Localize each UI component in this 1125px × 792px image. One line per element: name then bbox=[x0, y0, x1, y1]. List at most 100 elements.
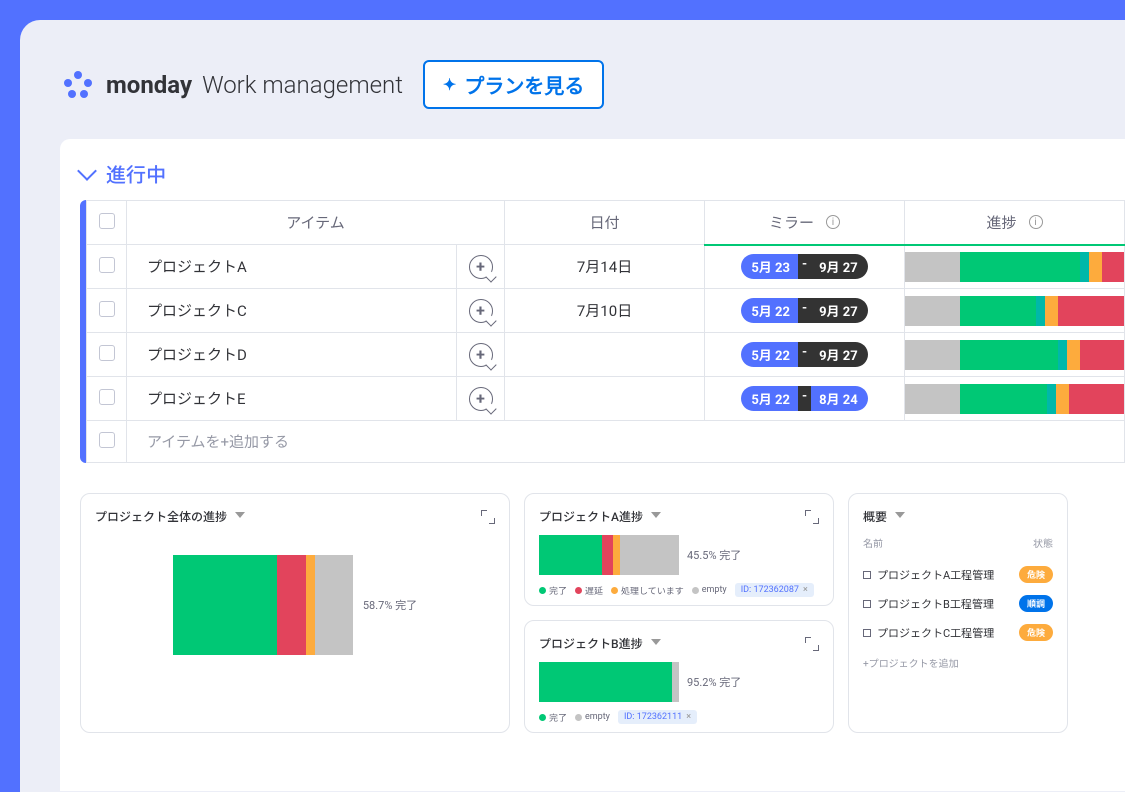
row-checkbox[interactable] bbox=[87, 333, 127, 377]
add-project-button[interactable]: +プロジェクトを追加 bbox=[863, 655, 1053, 670]
expand-icon[interactable] bbox=[481, 510, 495, 524]
date-cell[interactable]: 7月14日 bbox=[505, 245, 705, 289]
group-title: 進行中 bbox=[106, 159, 166, 188]
expand-icon[interactable] bbox=[805, 637, 819, 651]
item-name-cell[interactable]: プロジェクトE bbox=[127, 377, 457, 421]
group-header[interactable]: 進行中 bbox=[80, 159, 1125, 188]
checkbox-icon[interactable] bbox=[99, 213, 115, 229]
legend-dot-icon bbox=[539, 714, 546, 721]
item-name-cell[interactable]: プロジェクトA bbox=[127, 245, 457, 289]
brand-name-rest: Work management bbox=[202, 71, 403, 99]
row-checkbox[interactable] bbox=[87, 289, 127, 333]
progress-bar bbox=[905, 340, 1124, 370]
mirror-cell[interactable]: 5月 22 - 9月 27 bbox=[705, 333, 905, 377]
item-name-cell[interactable]: プロジェクトD bbox=[127, 333, 457, 377]
progress-cell[interactable] bbox=[905, 245, 1125, 289]
progress-cell[interactable] bbox=[905, 377, 1125, 421]
sparkle-icon: ✦ bbox=[443, 75, 456, 95]
add-conversation-icon: + bbox=[469, 343, 493, 367]
app-window: monday Work management ✦ プランを見る 進行中 アイテム… bbox=[20, 20, 1125, 792]
funnel-icon[interactable] bbox=[651, 639, 661, 649]
conversation-button[interactable]: + bbox=[457, 333, 505, 377]
legend-item: empty bbox=[692, 585, 727, 595]
table-row[interactable]: プロジェクトC + 7月10日 5月 22 - 9月 27 bbox=[87, 289, 1125, 333]
mirror-cell[interactable]: 5月 22 - 8月 24 bbox=[705, 377, 905, 421]
col-date[interactable]: 日付 bbox=[505, 201, 705, 245]
row-checkbox[interactable] bbox=[87, 377, 127, 421]
progress-cell[interactable] bbox=[905, 333, 1125, 377]
progress-cell[interactable] bbox=[905, 289, 1125, 333]
mirror-cell[interactable]: 5月 22 - 9月 27 bbox=[705, 289, 905, 333]
plan-button-label: プランを見る bbox=[464, 70, 584, 99]
legend-dot-icon bbox=[611, 587, 618, 594]
project-b-completion: 95.2% 完了 bbox=[687, 674, 741, 690]
legend-dot-icon bbox=[692, 587, 699, 594]
status-badge: 順調 bbox=[1019, 595, 1053, 612]
expand-icon[interactable] bbox=[805, 510, 819, 524]
legend-dot-icon bbox=[539, 587, 546, 594]
summary-row[interactable]: プロジェクトC工程管理危険 bbox=[863, 618, 1053, 647]
mirror-cell[interactable]: 5月 23 - 9月 27 bbox=[705, 245, 905, 289]
close-icon[interactable]: × bbox=[803, 585, 808, 595]
date-range-pill: 5月 22 - 9月 27 bbox=[741, 298, 867, 323]
table-row[interactable]: プロジェクトA + 7月14日 5月 23 - 9月 27 bbox=[87, 245, 1125, 289]
col-item[interactable]: アイテム bbox=[127, 201, 505, 245]
id-tag[interactable]: ID: 172362111 × bbox=[618, 710, 697, 724]
date-cell[interactable] bbox=[505, 377, 705, 421]
checkbox-icon[interactable] bbox=[99, 301, 115, 317]
date-range-pill: 5月 22 - 9月 27 bbox=[741, 342, 867, 367]
funnel-icon[interactable] bbox=[235, 512, 245, 522]
progress-bar bbox=[905, 252, 1124, 282]
row-checkbox[interactable] bbox=[87, 245, 127, 289]
info-icon[interactable]: i bbox=[1029, 215, 1043, 229]
checkbox-icon[interactable] bbox=[99, 389, 115, 405]
square-icon bbox=[863, 571, 871, 579]
project-a-completion: 45.5% 完了 bbox=[687, 547, 741, 563]
funnel-icon[interactable] bbox=[651, 512, 661, 522]
widget-summary: 概要 名前 状態 プロジェクトA工程管理危険プロジェクトB工程管理順調プロジェク… bbox=[848, 493, 1068, 733]
conversation-button[interactable]: + bbox=[457, 377, 505, 421]
col-mirror[interactable]: ミラーi bbox=[705, 201, 905, 245]
date-cell[interactable] bbox=[505, 333, 705, 377]
progress-bar bbox=[905, 296, 1124, 326]
date-cell[interactable]: 7月10日 bbox=[505, 289, 705, 333]
content-panel: 進行中 アイテム 日付 ミラーi 進捗i bbox=[60, 139, 1125, 791]
summary-row[interactable]: プロジェクトA工程管理危険 bbox=[863, 560, 1053, 589]
col-progress[interactable]: 進捗i bbox=[905, 201, 1125, 245]
id-tag[interactable]: ID: 172362087 × bbox=[735, 583, 814, 597]
close-icon[interactable]: × bbox=[686, 712, 691, 722]
checkbox-icon[interactable] bbox=[99, 345, 115, 361]
legend-dot-icon bbox=[575, 587, 582, 594]
table-header-row: アイテム 日付 ミラーi 進捗i bbox=[87, 201, 1125, 245]
legend-item: 完了 bbox=[539, 584, 567, 597]
overall-progress-bar bbox=[173, 555, 353, 655]
progress-bar bbox=[905, 384, 1124, 414]
conversation-button[interactable]: + bbox=[457, 245, 505, 289]
select-all-header[interactable] bbox=[87, 201, 127, 245]
add-item-row[interactable]: アイテムを+追加する bbox=[87, 421, 1125, 463]
view-plans-button[interactable]: ✦ プランを見る bbox=[423, 60, 604, 109]
table-row[interactable]: プロジェクトE + 5月 22 - 8月 24 bbox=[87, 377, 1125, 421]
legend-item: 完了 bbox=[539, 711, 567, 724]
table-row[interactable]: プロジェクトD + 5月 22 - 9月 27 bbox=[87, 333, 1125, 377]
conversation-button[interactable]: + bbox=[457, 289, 505, 333]
add-conversation-icon: + bbox=[469, 255, 493, 279]
brand-logo: monday Work management bbox=[60, 67, 403, 103]
status-badge: 危険 bbox=[1019, 624, 1053, 641]
project-a-progress-bar bbox=[539, 535, 679, 575]
widget-project-b-progress: プロジェクトB進捗 95.2% 完了 完了emptyID: 172362111 … bbox=[524, 620, 834, 733]
board-table: アイテム 日付 ミラーi 進捗i プロジェクトA + 7月14日 5月 23 bbox=[80, 200, 1125, 463]
summary-row[interactable]: プロジェクトB工程管理順調 bbox=[863, 589, 1053, 618]
add-conversation-icon: + bbox=[469, 387, 493, 411]
date-range-pill: 5月 23 - 9月 27 bbox=[741, 254, 867, 279]
checkbox-icon bbox=[99, 432, 115, 448]
item-name-cell[interactable]: プロジェクトC bbox=[127, 289, 457, 333]
add-item-label: アイテムを+追加する bbox=[127, 421, 1125, 463]
brand-name-bold: monday bbox=[106, 71, 192, 99]
info-icon[interactable]: i bbox=[826, 215, 840, 229]
dashboard-widgets: プロジェクト全体の進捗 58.7% 完了 プロジェクトA進捗 bbox=[80, 493, 1125, 733]
legend-item: 処理しています bbox=[611, 584, 684, 597]
project-b-progress-bar bbox=[539, 662, 679, 702]
funnel-icon[interactable] bbox=[895, 512, 905, 522]
checkbox-icon[interactable] bbox=[99, 257, 115, 273]
